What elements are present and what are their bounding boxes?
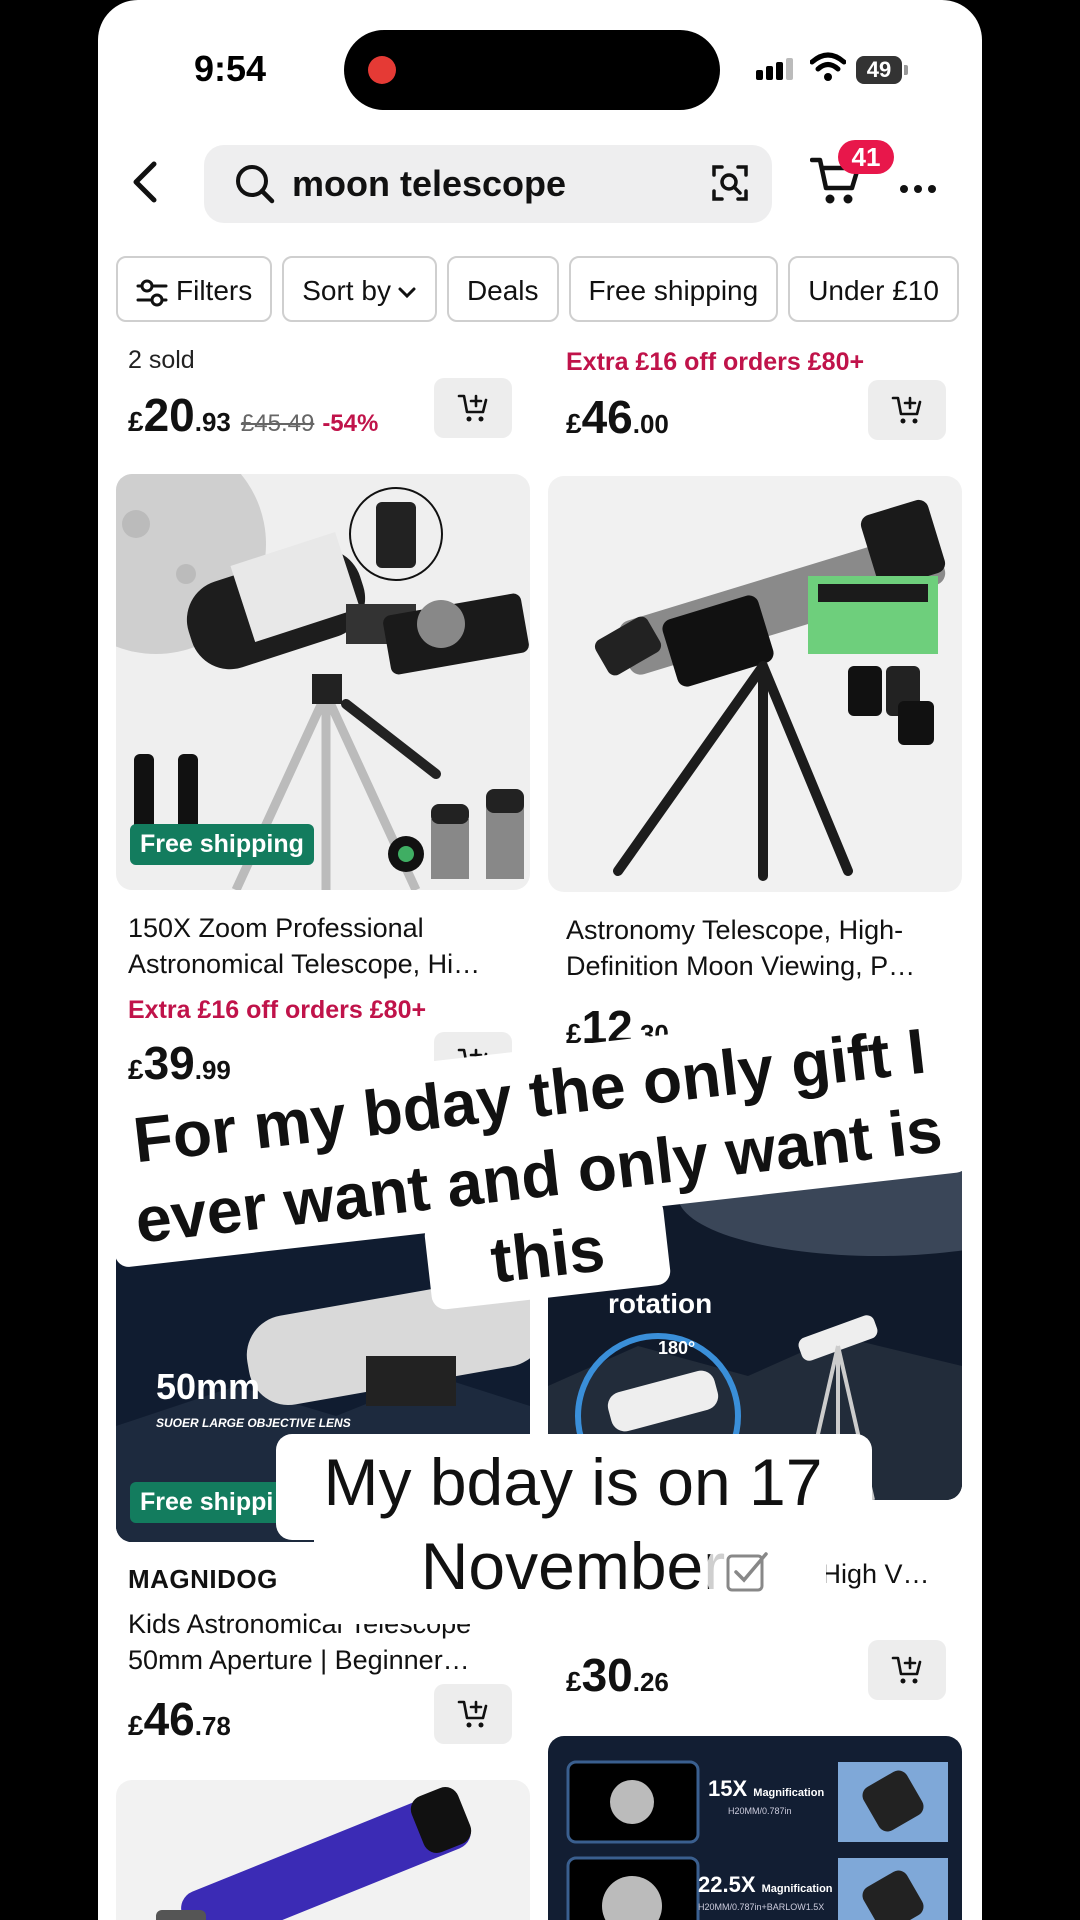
product-7-image[interactable]	[116, 1780, 530, 1920]
currency: £	[128, 1710, 144, 1741]
magnification-label-1: 15X Magnification	[708, 1776, 824, 1802]
product-2-promo: Extra £16 off orders £80+	[566, 348, 865, 376]
add-to-cart-icon	[891, 396, 922, 424]
chip-filters[interactable]: Filters	[116, 256, 273, 322]
add-to-cart-icon	[891, 1656, 922, 1684]
price-decimal: .93	[194, 407, 231, 437]
product-5-price: £46.78	[128, 1692, 231, 1746]
mag-value: 15X	[708, 1776, 748, 1801]
product-3-title-line1[interactable]: 150X Zoom Professional	[128, 910, 424, 947]
mag-label: Magnification	[753, 1787, 825, 1799]
telescope-image	[156, 1787, 472, 1920]
cart-count-badge: 41	[838, 140, 894, 174]
mag-label: Magnification	[761, 1883, 833, 1895]
dynamic-island	[344, 30, 720, 110]
price-main: 46	[581, 391, 633, 443]
magnification-label-2: 22.5X Magnification	[698, 1872, 833, 1898]
product-6-price: £30.26	[566, 1648, 669, 1702]
recording-indicator-icon	[368, 56, 396, 84]
chip-under-label: Under £10	[808, 275, 939, 306]
back-arrow-icon[interactable]	[128, 160, 164, 209]
add-to-cart-button[interactable]	[868, 380, 946, 440]
caption-2-line1: My bday is on 17	[323, 1445, 823, 1519]
price-main: 46	[143, 1693, 195, 1745]
spec-label-1: H20MM/0.787in	[728, 1806, 792, 1816]
price-main: 20	[143, 389, 195, 441]
product-1-price: £20.93 £45.49 -54%	[128, 388, 378, 442]
original-price: £45.49	[240, 410, 315, 437]
compare-checkbox-icon[interactable]	[706, 1532, 788, 1614]
cellular-signal-icon	[756, 58, 796, 80]
currency: £	[566, 1666, 582, 1697]
chip-sort-label: Sort by	[302, 275, 391, 306]
product-8-image[interactable]: 15X Magnification H20MM/0.787in 22.5X Ma…	[548, 1736, 962, 1920]
product-4-image[interactable]	[548, 476, 962, 892]
search-query-text: moon telescope	[292, 163, 567, 204]
product-3-promo: Extra £16 off orders £80+	[128, 996, 427, 1024]
battery-icon: 49	[856, 56, 908, 84]
add-to-cart-button[interactable]	[434, 1684, 512, 1744]
wifi-icon	[809, 52, 847, 87]
app-screen: 9:54 49 moon telescope 41 Filters Sort b…	[98, 0, 982, 1920]
image-overlay-subtext: SUOER LARGE OBJECTIVE LENS	[156, 1416, 351, 1430]
free-shipping-badge: Free shipping	[130, 824, 314, 865]
product-3-title-line2[interactable]: Astronomical Telescope, Hi…	[128, 946, 480, 983]
add-to-cart-icon	[457, 1700, 488, 1728]
price-decimal: .78	[194, 1711, 231, 1741]
mag-value: 22.5X	[698, 1872, 756, 1897]
telescope-image	[594, 499, 946, 881]
chip-sort-by[interactable]: Sort by	[282, 256, 437, 322]
chip-under-price[interactable]: Under £10	[788, 256, 959, 322]
chip-filters-label: Filters	[176, 275, 253, 306]
chip-free-shipping[interactable]: Free shipping	[568, 256, 779, 322]
filter-chip-bar: Filters Sort by Deals Free shipping Unde…	[116, 256, 982, 322]
image-overlay-subtext: 180°	[658, 1338, 696, 1358]
chevron-down-icon	[398, 287, 416, 298]
add-to-cart-button[interactable]	[868, 1640, 946, 1700]
discount-percent: -54%	[322, 410, 379, 437]
image-search-icon[interactable]	[710, 163, 750, 208]
chip-deals-label: Deals	[466, 275, 539, 306]
caption-2-line2: November	[420, 1529, 726, 1603]
status-time: 9:54	[194, 48, 267, 89]
search-input[interactable]: moon telescope	[204, 145, 772, 223]
product-1-sold: 2 sold	[128, 346, 195, 374]
product-3-image[interactable]: Free shipping	[116, 474, 530, 890]
search-icon	[234, 163, 276, 210]
price-main: 30	[581, 1649, 633, 1701]
product-5-title-line2[interactable]: 50mm Aperture | Beginner…	[128, 1642, 470, 1679]
currency: £	[128, 406, 144, 437]
price-decimal: .00	[632, 409, 669, 439]
more-options-icon[interactable]	[900, 180, 942, 198]
chip-deals[interactable]: Deals	[446, 256, 559, 322]
currency: £	[566, 408, 582, 439]
add-to-cart-button[interactable]	[434, 378, 512, 438]
chip-free-shipping-label: Free shipping	[588, 275, 759, 306]
price-decimal: .26	[632, 1667, 669, 1697]
add-to-cart-icon	[457, 394, 488, 422]
spec-label-2: H20MM/0.787in+BARLOW1.5X	[698, 1902, 825, 1912]
product-4-title-line1[interactable]: Astronomy Telescope, High-	[566, 912, 903, 949]
product-2-price: £46.00	[566, 390, 669, 444]
filter-sliders-icon	[136, 279, 168, 307]
